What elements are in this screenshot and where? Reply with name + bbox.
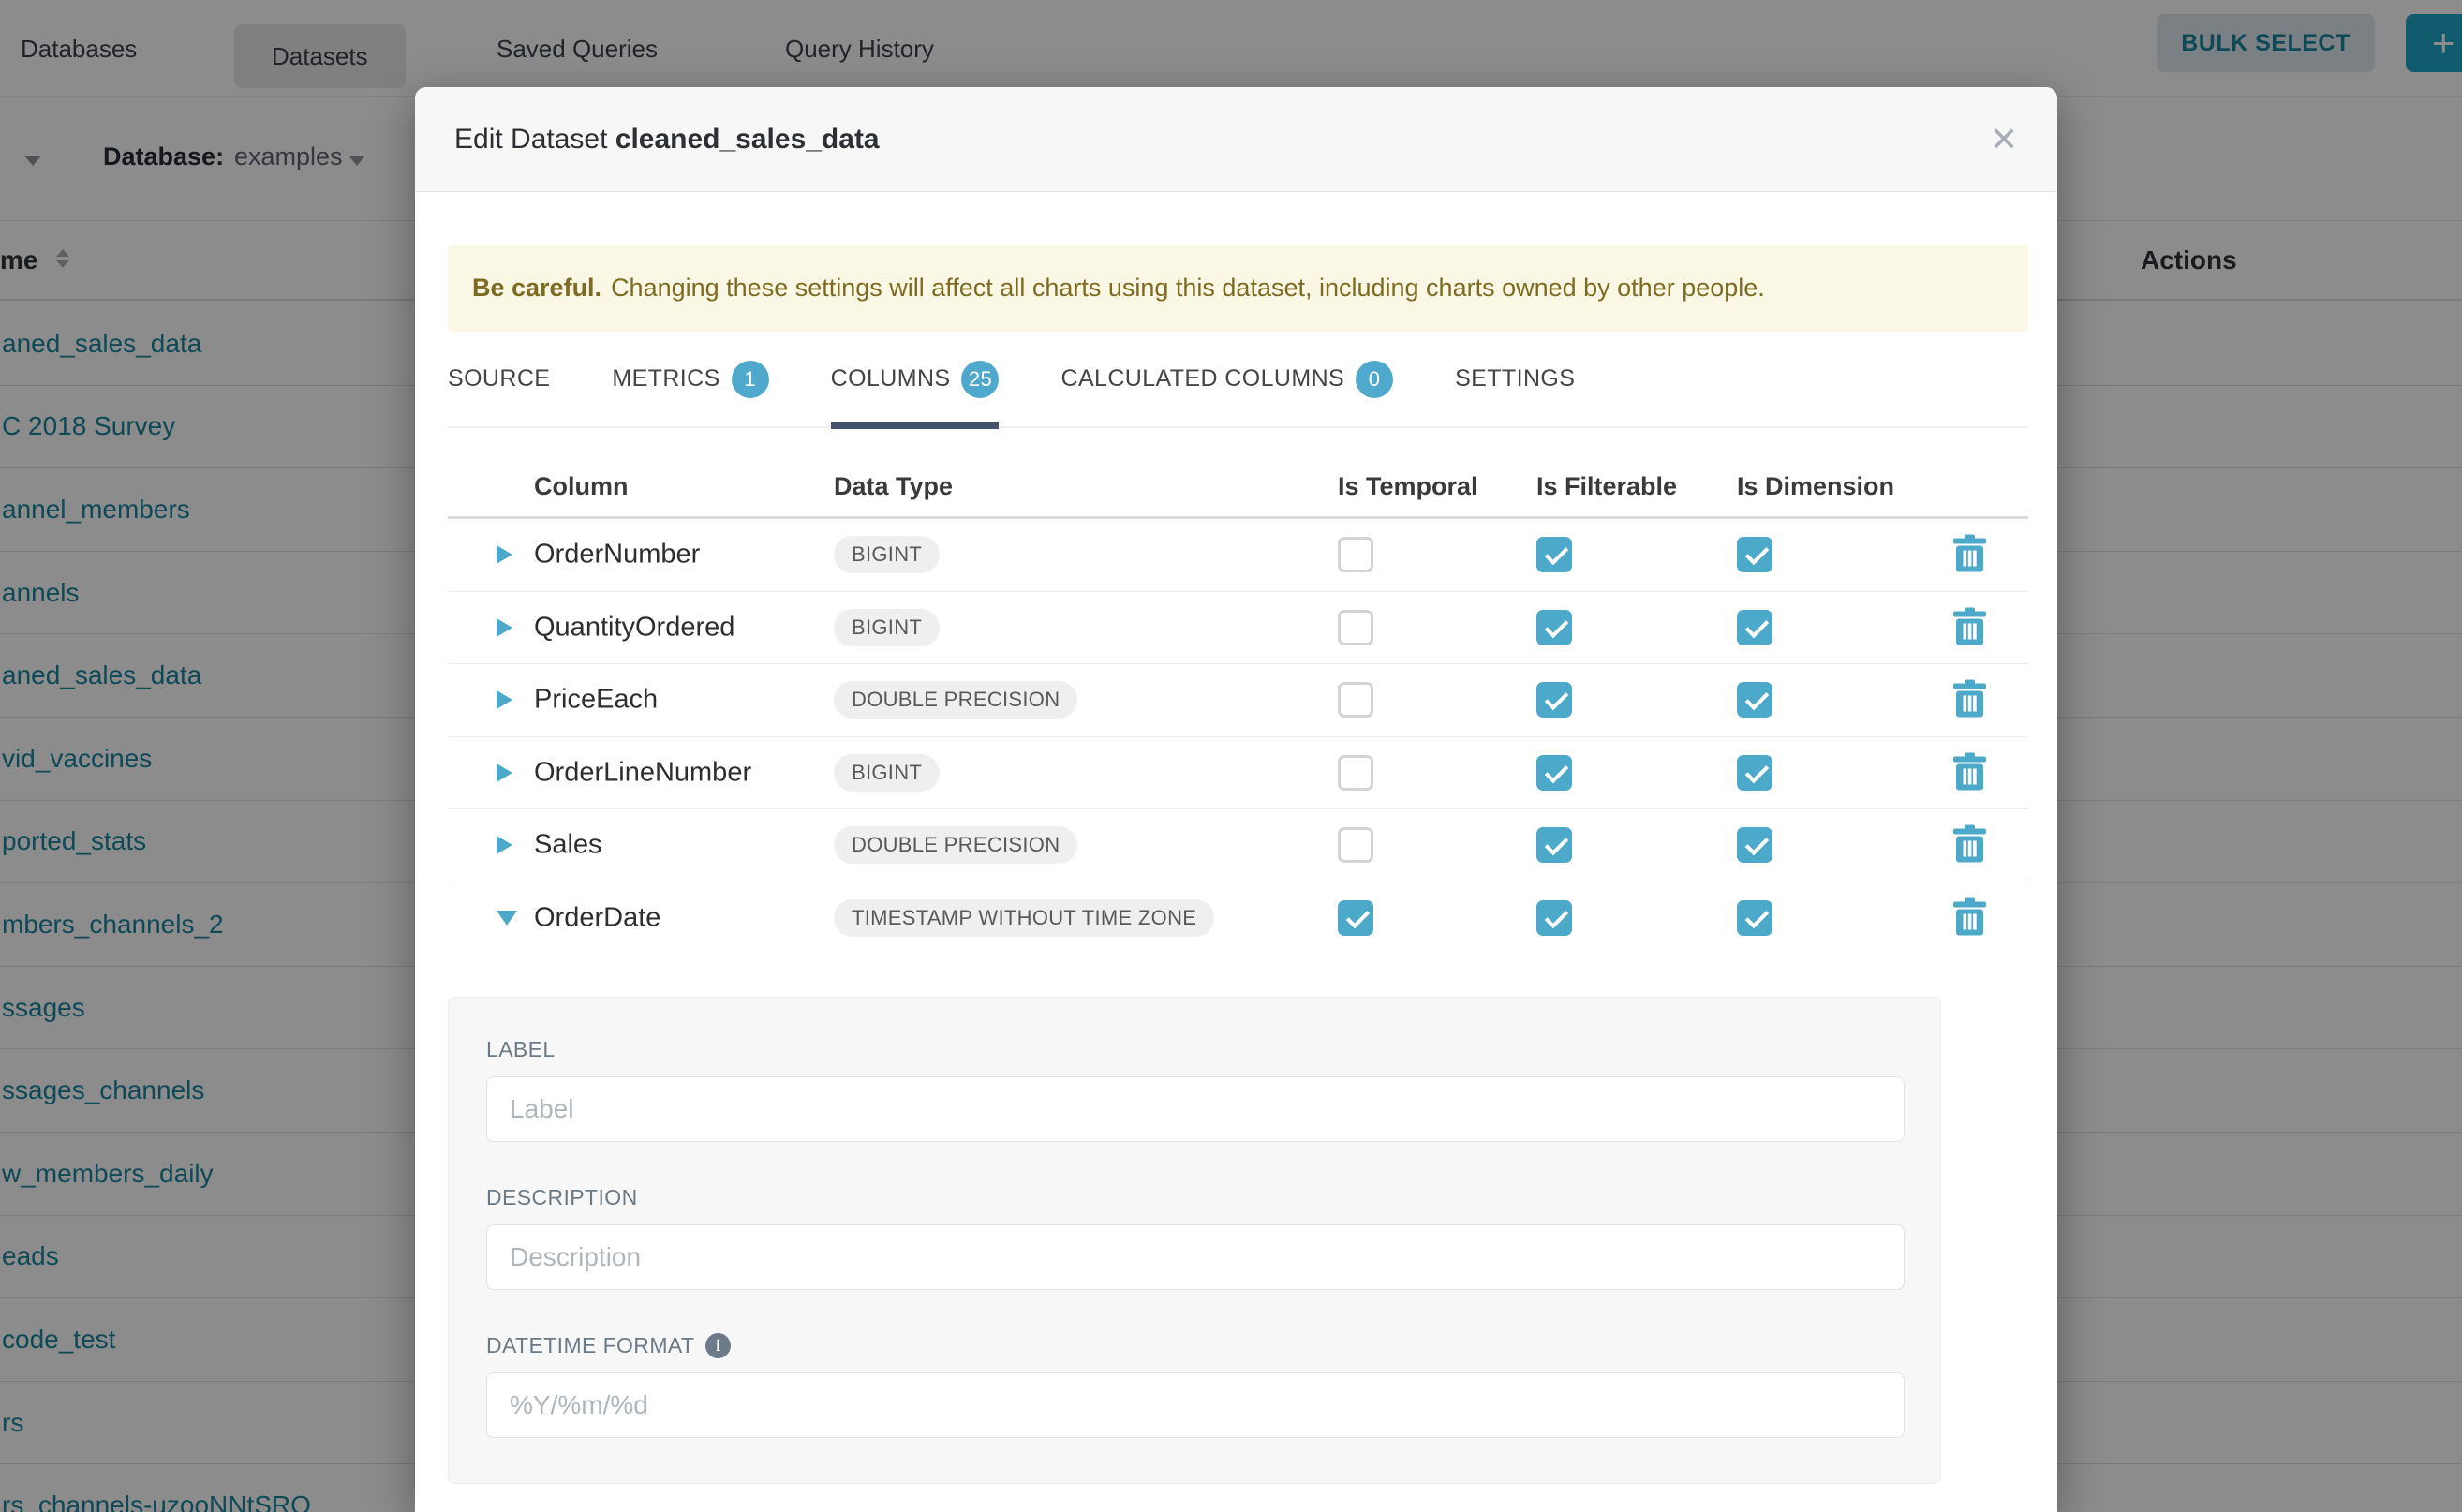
is-temporal-checkbox[interactable] [1338, 755, 1373, 791]
datetime-format-field-label: DATETIME FORMAT [486, 1333, 694, 1358]
delete-column-button[interactable] [1953, 680, 1986, 720]
delete-column-button[interactable] [1953, 752, 1986, 793]
column-detail-panel: LABEL DESCRIPTION DATETIME FORMAT i [448, 997, 1941, 1484]
column-name: Sales [534, 830, 602, 861]
is-dimension-checkbox[interactable] [1737, 755, 1772, 791]
modal-dataset-name: cleaned_sales_data [616, 124, 880, 155]
is-temporal-checkbox[interactable] [1338, 610, 1373, 645]
delete-column-button[interactable] [1953, 535, 1986, 575]
column-name: OrderLineNumber [534, 757, 751, 788]
column-header: Column [534, 472, 629, 501]
data-type-pill: DOUBLE PRECISION [834, 681, 1077, 719]
tab-label: SOURCE [448, 365, 550, 393]
is-filterable-checkbox[interactable] [1536, 900, 1572, 936]
tab-columns[interactable]: COLUMNS 25 [831, 331, 1000, 427]
edit-dataset-modal: Edit Dataset cleaned_sales_data ✕ Be car… [415, 87, 2057, 1512]
modal-header: Edit Dataset cleaned_sales_data ✕ [415, 87, 2057, 192]
tab-label: CALCULATED COLUMNS [1060, 365, 1344, 393]
label-input[interactable] [486, 1076, 1905, 1142]
modal-title-prefix: Edit Dataset [454, 124, 607, 155]
data-type-pill: BIGINT [834, 609, 940, 646]
expand-caret-icon[interactable] [497, 545, 512, 564]
is-filterable-checkbox[interactable] [1536, 755, 1572, 791]
tab-calculated-columns[interactable]: CALCULATED COLUMNS 0 [1060, 331, 1393, 427]
trash-icon [1953, 535, 1986, 572]
tab-metrics[interactable]: METRICS 1 [612, 331, 768, 427]
datetime-format-field-group: DATETIME FORMAT i [486, 1333, 1903, 1438]
is-filterable-checkbox[interactable] [1536, 827, 1572, 863]
expand-caret-icon[interactable] [497, 618, 512, 637]
modal-body: Be careful. Changing these settings will… [415, 245, 2057, 1484]
is-dimension-header: Is Dimension [1737, 472, 1894, 501]
data-type-pill: TIMESTAMP WITHOUT TIME ZONE [834, 899, 1214, 937]
columns-count-badge: 25 [961, 361, 999, 398]
tab-source[interactable]: SOURCE [448, 331, 550, 427]
is-temporal-checkbox[interactable] [1338, 900, 1373, 936]
is-dimension-checkbox[interactable] [1737, 827, 1772, 863]
column-row: Sales DOUBLE PRECISION [448, 809, 2028, 882]
column-name: OrderNumber [534, 540, 700, 571]
is-temporal-checkbox[interactable] [1338, 682, 1373, 718]
trash-icon [1953, 752, 1986, 790]
data-type-pill: BIGINT [834, 536, 940, 573]
trash-icon [1953, 680, 1986, 718]
info-icon[interactable]: i [705, 1333, 731, 1358]
modal-title: Edit Dataset cleaned_sales_data [454, 124, 880, 156]
trash-icon [1953, 825, 1986, 863]
is-temporal-checkbox[interactable] [1338, 827, 1373, 863]
tab-label: SETTINGS [1455, 365, 1575, 393]
trash-icon [1953, 898, 1986, 936]
label-field-label: LABEL [486, 1037, 1903, 1062]
tab-label: COLUMNS [831, 365, 951, 393]
expand-caret-icon[interactable] [497, 690, 512, 709]
delete-column-button[interactable] [1953, 898, 1986, 939]
delete-column-button[interactable] [1953, 825, 1986, 866]
trash-icon [1953, 607, 1986, 645]
datetime-format-input[interactable] [486, 1372, 1905, 1438]
column-row: QuantityOrdered BIGINT [448, 592, 2028, 665]
is-temporal-header: Is Temporal [1338, 472, 1478, 501]
data-type-header: Data Type [834, 472, 953, 501]
is-dimension-checkbox[interactable] [1737, 900, 1772, 936]
is-dimension-checkbox[interactable] [1737, 610, 1772, 645]
tab-label: METRICS [612, 365, 719, 393]
close-icon[interactable]: ✕ [1990, 123, 2018, 156]
expand-caret-icon[interactable] [497, 911, 517, 926]
is-filterable-checkbox[interactable] [1536, 682, 1572, 718]
column-name: QuantityOrdered [534, 612, 734, 643]
is-filterable-checkbox[interactable] [1536, 610, 1572, 645]
description-input[interactable] [486, 1224, 1905, 1290]
column-row: OrderNumber BIGINT [448, 519, 2028, 592]
columns-table: Column Data Type Is Temporal Is Filterab… [448, 428, 2028, 955]
warning-banner: Be careful. Changing these settings will… [448, 245, 2028, 332]
column-name: PriceEach [534, 685, 658, 716]
column-name: OrderDate [534, 903, 660, 934]
metrics-count-badge: 1 [732, 361, 769, 398]
expand-caret-icon[interactable] [497, 836, 512, 854]
label-field-group: LABEL [486, 1037, 1903, 1142]
column-row: OrderDate TIMESTAMP WITHOUT TIME ZONE [448, 882, 2028, 956]
description-field-label: DESCRIPTION [486, 1185, 1903, 1210]
delete-column-button[interactable] [1953, 607, 1986, 647]
is-dimension-checkbox[interactable] [1737, 682, 1772, 718]
calculated-columns-count-badge: 0 [1356, 361, 1393, 398]
is-dimension-checkbox[interactable] [1737, 537, 1772, 572]
warning-bold: Be careful. [472, 274, 601, 303]
warning-text: Changing these settings will affect all … [611, 274, 1765, 303]
column-row: OrderLineNumber BIGINT [448, 737, 2028, 810]
is-temporal-checkbox[interactable] [1338, 537, 1373, 572]
modal-tabs: SOURCE METRICS 1 COLUMNS 25 CALCULATED C… [448, 332, 2028, 428]
column-row: PriceEach DOUBLE PRECISION [448, 664, 2028, 737]
columns-table-header: Column Data Type Is Temporal Is Filterab… [448, 428, 2028, 519]
expand-caret-icon[interactable] [497, 763, 512, 782]
description-field-group: DESCRIPTION [486, 1185, 1903, 1290]
columns-table-body: OrderNumber BIGINT QuantityOrdered BIGIN… [448, 519, 2028, 955]
tab-settings[interactable]: SETTINGS [1455, 331, 1575, 427]
is-filterable-header: Is Filterable [1536, 472, 1677, 501]
data-type-pill: DOUBLE PRECISION [834, 826, 1077, 864]
data-type-pill: BIGINT [834, 754, 940, 792]
is-filterable-checkbox[interactable] [1536, 537, 1572, 572]
